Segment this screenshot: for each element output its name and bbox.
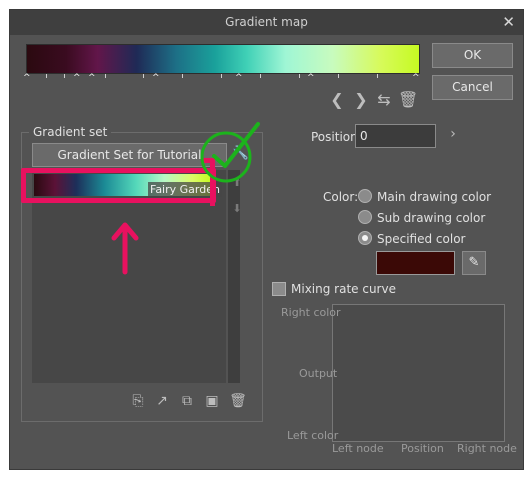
right-color-label: Right color: [281, 306, 341, 319]
sub-color-label: Sub drawing color: [377, 211, 486, 225]
add-gradient-icon[interactable]: ▣: [203, 393, 221, 409]
gradient-set-dropdown-value: Gradient Set for Tutorial: [57, 148, 202, 162]
cancel-button[interactable]: Cancel: [432, 75, 513, 100]
mixing-rate-checkbox[interactable]: [272, 282, 286, 296]
next-node-icon[interactable]: ❯: [351, 90, 371, 109]
ruler-tick: [143, 74, 144, 78]
position-axis-label: Position: [401, 442, 444, 455]
ruler-tick: [299, 74, 300, 78]
move-down-icon[interactable]: ⬇: [231, 202, 243, 215]
ruler-tick: [221, 74, 222, 78]
ruler-tick: [182, 74, 183, 78]
title-bar: Gradient map ✕: [10, 10, 523, 35]
ruler-tick: [105, 74, 106, 78]
delete-gradient-icon[interactable]: 🗑: [229, 393, 247, 409]
main-color-label: Main drawing color: [377, 190, 492, 204]
ruler-tick: [377, 74, 378, 78]
left-node-label: Left node: [332, 442, 384, 455]
main-color-radio[interactable]: [358, 189, 372, 203]
duplicate-icon[interactable]: ⧉: [178, 393, 196, 409]
gradient-node-icon[interactable]: ^: [152, 74, 160, 83]
check-mark-annotation: [200, 122, 260, 183]
close-icon[interactable]: ✕: [502, 13, 515, 31]
gradient-set-label: Gradient set: [29, 125, 112, 139]
import-icon[interactable]: ⎘: [129, 393, 147, 409]
mixing-rate-label: Mixing rate curve: [291, 282, 396, 296]
gradient-node-icon[interactable]: ^: [235, 74, 243, 83]
up-arrow-annotation: [111, 222, 139, 275]
reverse-gradient-icon[interactable]: ⇆: [374, 90, 394, 109]
sub-color-radio[interactable]: [358, 210, 372, 224]
previous-node-icon[interactable]: ❮: [327, 90, 347, 109]
gradient-node-icon[interactable]: ^: [412, 74, 420, 83]
ruler-tick: [46, 74, 47, 78]
color-label: Color:: [323, 190, 359, 204]
gradient-node-icon[interactable]: ^: [307, 74, 315, 83]
gradient-node-icon[interactable]: ^: [88, 74, 96, 83]
export-icon[interactable]: ↗: [153, 393, 171, 409]
delete-node-icon[interactable]: 🗑: [398, 90, 418, 109]
output-label: Output: [299, 367, 338, 380]
specified-color-swatch[interactable]: [376, 251, 455, 275]
mixing-curve-graph[interactable]: [332, 304, 505, 442]
specified-color-radio[interactable]: [358, 231, 372, 245]
gradient-node-icon[interactable]: ^: [73, 74, 81, 83]
ok-button[interactable]: OK: [432, 43, 513, 68]
right-node-label: Right node: [457, 442, 517, 455]
position-next-icon[interactable]: ›: [446, 126, 460, 142]
gradient-node-ruler[interactable]: ^ ^ ^ ^ ^ ^ ^: [23, 74, 420, 83]
highlight-box: [21, 168, 216, 203]
eyedropper-icon[interactable]: ✎: [462, 251, 486, 275]
specified-color-label: Specified color: [377, 232, 466, 246]
gradient-map-dialog: Gradient map ✕ ^ ^ ^ ^ ^ ^ ^ OK Cancel ❮…: [9, 9, 524, 470]
position-input[interactable]: 0: [355, 124, 436, 148]
ruler-tick: [64, 74, 65, 78]
left-color-label: Left color: [287, 429, 339, 442]
dialog-title: Gradient map: [225, 15, 308, 29]
ruler-tick: [260, 74, 261, 78]
gradient-node-icon[interactable]: ^: [23, 74, 31, 83]
ruler-tick: [338, 74, 339, 78]
gradient-preview-bar[interactable]: [26, 44, 420, 74]
